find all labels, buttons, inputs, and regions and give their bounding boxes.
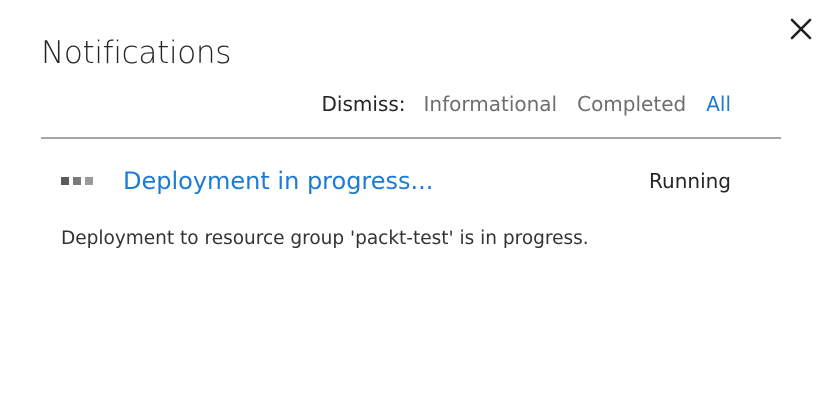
dismiss-all-link[interactable]: All xyxy=(706,92,731,116)
progress-dot xyxy=(61,177,69,185)
notification-description: Deployment to resource group 'packt-test… xyxy=(61,228,589,249)
dismiss-bar: Dismiss: Informational Completed All xyxy=(322,90,731,118)
progress-dot xyxy=(85,177,93,185)
progress-dot xyxy=(73,177,81,185)
close-button[interactable] xyxy=(784,12,818,46)
panel-title: Notifications xyxy=(41,35,232,71)
notification-status: Running xyxy=(649,169,731,193)
progress-dots-icon xyxy=(61,177,93,185)
divider xyxy=(41,137,781,139)
close-icon xyxy=(790,18,812,40)
dismiss-label: Dismiss: xyxy=(321,92,406,116)
notification-title-link[interactable]: Deployment in progress... xyxy=(123,164,433,198)
notification-item[interactable]: Deployment in progress... Running Deploy… xyxy=(41,155,731,265)
dismiss-informational-link[interactable]: Informational xyxy=(424,92,558,116)
dismiss-completed-link[interactable]: Completed xyxy=(577,92,686,116)
notifications-panel: Notifications Dismiss: Informational Com… xyxy=(0,0,831,411)
